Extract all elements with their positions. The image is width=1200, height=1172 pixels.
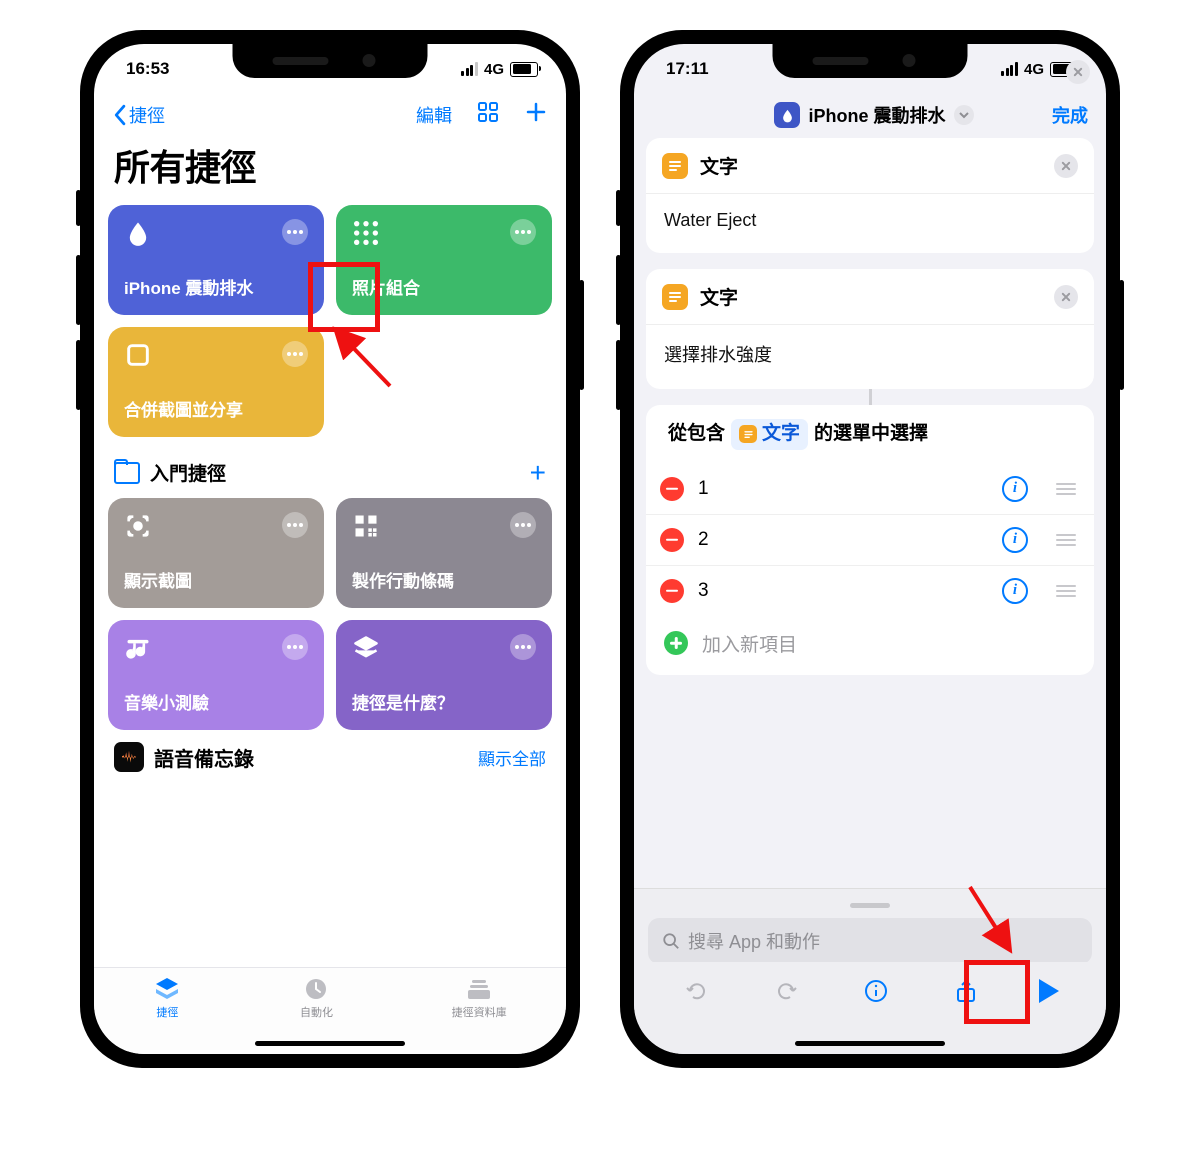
search-input[interactable]: 搜尋 App 和動作 [648, 918, 1092, 964]
tab-shortcuts[interactable]: 捷徑 [153, 976, 181, 1020]
page-title: 所有捷徑 [94, 131, 566, 205]
section-header: 入門捷徑 + [108, 437, 552, 498]
tile-more-button[interactable] [510, 634, 536, 660]
tile-label: 製作行動條碼 [352, 567, 536, 592]
tab-gallery[interactable]: 捷徑資料庫 [452, 976, 507, 1020]
nav-bar: 捷徑 編輯 [94, 94, 566, 131]
action-title: 文字 [700, 152, 738, 179]
variable-pill[interactable]: 文字 [731, 419, 808, 450]
voice-memos-title: 語音備忘錄 [154, 743, 254, 772]
drag-handle[interactable] [850, 903, 890, 908]
delete-option-button[interactable] [660, 579, 684, 603]
drop-icon [774, 102, 800, 128]
plus-circle-icon [664, 631, 688, 655]
shortcut-tile[interactable]: 合併截圖並分享 [108, 327, 324, 437]
tile-label: 捷徑是什麼？ [352, 689, 536, 714]
option-label: 2 [698, 529, 709, 551]
action-body[interactable]: Water Eject [646, 193, 1094, 253]
show-all-button[interactable]: 顯示全部 [478, 745, 546, 770]
action-choose-from-menu[interactable]: 從包含 文字 的選單中選擇 1i2i3i 加入新項目 [646, 405, 1094, 675]
action-title: 文字 [700, 283, 738, 310]
info-button[interactable] [860, 976, 892, 1006]
action-connector [646, 389, 1094, 405]
add-option-button[interactable]: 加入新項目 [646, 616, 1094, 675]
back-button[interactable]: 捷徑 [112, 102, 165, 128]
tile-more-button[interactable] [510, 512, 536, 538]
tab-automation[interactable]: 自動化 [300, 976, 333, 1020]
menu-option-row[interactable]: 1i [646, 464, 1094, 514]
tab-bar: 捷徑 自動化 捷徑資料庫 [94, 967, 566, 1054]
signal-icon [1001, 62, 1018, 76]
grid-icon[interactable] [476, 100, 500, 129]
tile-more-button[interactable] [282, 634, 308, 660]
tile-more-button[interactable] [510, 219, 536, 245]
home-indicator[interactable] [255, 1041, 405, 1046]
delete-option-button[interactable] [660, 477, 684, 501]
notch [773, 44, 968, 78]
menu-option-row[interactable]: 2i [646, 514, 1094, 565]
reorder-handle[interactable] [1056, 483, 1076, 495]
option-label: 3 [698, 580, 709, 602]
run-button[interactable] [1039, 979, 1059, 1003]
tile-more-button[interactable] [282, 512, 308, 538]
action-text-card[interactable]: 文字 Water Eject [646, 138, 1094, 253]
redo-button[interactable] [770, 976, 802, 1006]
tile-label: iPhone 震動排水 [124, 274, 308, 299]
share-button[interactable] [950, 976, 982, 1006]
shortcut-tile[interactable]: 製作行動條碼 [336, 498, 552, 608]
done-button[interactable]: 完成 [1052, 102, 1088, 128]
shortcut-tile[interactable]: 音樂小測驗 [108, 620, 324, 730]
option-info-button[interactable]: i [1002, 476, 1028, 502]
network-label: 4G [1024, 61, 1044, 78]
section-title: 入門捷徑 [150, 459, 226, 486]
menu-option-row[interactable]: 3i [646, 565, 1094, 616]
tile-more-button[interactable] [282, 219, 308, 245]
battery-icon [510, 62, 538, 77]
section-add-button[interactable]: + [530, 463, 546, 483]
signal-icon [461, 62, 478, 76]
action-body[interactable]: 選擇排水強度 [646, 324, 1094, 389]
shortcut-tile[interactable]: 顯示截圖 [108, 498, 324, 608]
tile-more-button[interactable] [282, 341, 308, 367]
option-info-button[interactable]: i [1002, 527, 1028, 553]
remove-action-button[interactable] [1054, 154, 1078, 178]
status-time: 16:53 [126, 59, 169, 79]
tile-label: 合併截圖並分享 [124, 396, 308, 421]
home-indicator[interactable] [795, 1041, 945, 1046]
option-label: 1 [698, 478, 709, 500]
edit-button[interactable]: 編輯 [416, 102, 452, 128]
network-label: 4G [484, 61, 504, 78]
shortcut-tile[interactable]: 捷徑是什麼？ [336, 620, 552, 730]
reorder-handle[interactable] [1056, 534, 1076, 546]
delete-option-button[interactable] [660, 528, 684, 552]
undo-button[interactable] [681, 976, 713, 1006]
remove-action-button[interactable] [1054, 285, 1078, 309]
tile-label: 照片組合 [352, 274, 536, 299]
phone-left: 16:53 4G 捷徑 編輯 所有捷徑 [80, 30, 580, 1068]
editor-toolbar [634, 962, 1106, 1054]
tile-label: 顯示截圖 [124, 567, 308, 592]
notch [233, 44, 428, 78]
add-shortcut-button[interactable] [524, 100, 548, 129]
chevron-down-icon [954, 105, 974, 125]
phone-right: 17:11 4G iPhone 震動排水 完成 [620, 30, 1120, 1068]
text-action-icon [662, 153, 688, 179]
reorder-handle[interactable] [1056, 585, 1076, 597]
action-text-card[interactable]: 文字 選擇排水強度 [646, 269, 1094, 389]
tile-label: 音樂小測驗 [124, 689, 308, 714]
option-info-button[interactable]: i [1002, 578, 1028, 604]
text-action-icon [662, 284, 688, 310]
shortcut-tile[interactable]: 照片組合 [336, 205, 552, 315]
shortcut-tile[interactable]: iPhone 震動排水 [108, 205, 324, 315]
voice-memo-icon [114, 742, 144, 772]
editor-nav: iPhone 震動排水 完成 [634, 94, 1106, 138]
folder-icon [114, 462, 140, 484]
shortcut-title-button[interactable]: iPhone 震動排水 [774, 102, 973, 128]
status-time: 17:11 [666, 59, 709, 79]
search-placeholder: 搜尋 App 和動作 [688, 928, 820, 954]
